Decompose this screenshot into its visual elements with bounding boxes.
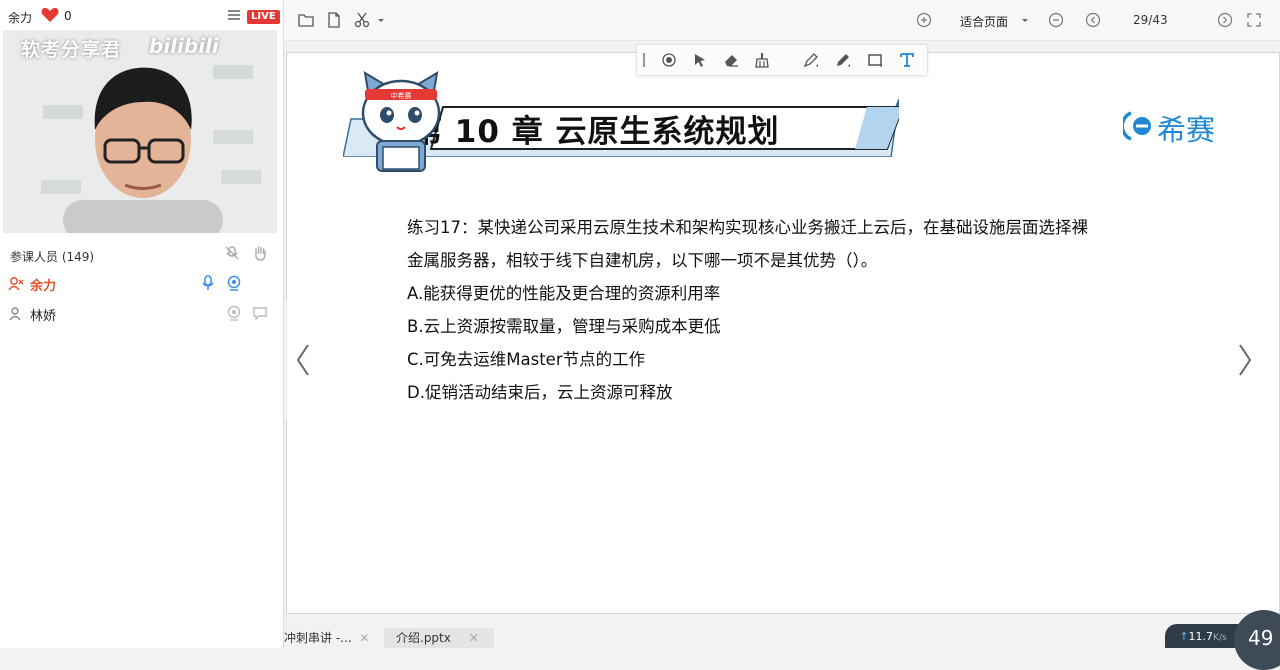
participant-row[interactable]: 余力 <box>0 268 283 298</box>
file-icon[interactable] <box>326 12 342 28</box>
net-speed: 11.7 <box>1188 630 1214 643</box>
pen-icon[interactable] <box>835 52 851 68</box>
zoom-out-icon[interactable] <box>1048 12 1064 28</box>
drag-handle-icon[interactable] <box>641 52 647 68</box>
fullscreen-icon[interactable] <box>1246 12 1262 28</box>
question-block: 练习17：某快递公司采用云原生技术和架构实现核心业务搬迁上云后，在基础设施层面选… <box>407 211 1207 409</box>
brand-logo-icon <box>1123 111 1151 141</box>
document-tab[interactable]: 介绍.pptx ✕ <box>384 628 494 648</box>
slide-next-arrow[interactable] <box>1228 300 1262 420</box>
pointer-icon[interactable] <box>692 52 708 68</box>
host-user-icon <box>8 277 24 291</box>
slide-page: 第 10 章 云原生系统规划 中希赛 希赛 练习17：某快递公司采用云原生技术和… <box>286 52 1280 614</box>
live-panel: 余力 0 LIVE 软考分享君 bilibili 参课人员 (149) 余力 林… <box>0 0 284 648</box>
mute-all-icon[interactable] <box>224 245 240 261</box>
counter-circle[interactable]: 49 <box>1234 610 1280 670</box>
live-topbar: 余力 0 LIVE <box>0 0 283 30</box>
option-b: B.云上资源按需取量，管理与采购成本更低 <box>407 317 721 336</box>
option-c: C.可免去运维Master节点的工作 <box>407 350 646 369</box>
mascot-band-text: 中希赛 <box>391 91 412 100</box>
watermark-logo: bilibili <box>149 34 219 58</box>
record-icon[interactable] <box>661 52 677 68</box>
slide-prev-arrow[interactable] <box>286 300 320 420</box>
camera-icon[interactable] <box>226 305 242 321</box>
question-line: 练习17：某快递公司采用云原生技术和架构实现核心业务搬迁上云后，在基础设施层面选… <box>407 218 1088 237</box>
net-speed-unit: K/s <box>1213 633 1227 643</box>
live-badge: LIVE <box>247 10 280 24</box>
scissors-icon[interactable] <box>354 12 370 28</box>
camera-video: 软考分享君 bilibili <box>3 30 277 233</box>
chevron-down-icon[interactable] <box>1020 12 1030 28</box>
participant-name: 余力 <box>30 279 57 294</box>
chapter-title: 第 10 章 云原生系统规划 <box>411 114 780 150</box>
presenter-figure <box>63 67 223 233</box>
participant-name: 林娇 <box>30 309 57 324</box>
tab-label: 冲刺串讲 -... <box>284 631 352 645</box>
heart-icon[interactable] <box>41 7 59 23</box>
question-line: 金属服务器，相较于线下自建机房，以下哪一项不是其优势（）。 <box>407 251 878 270</box>
text-icon[interactable] <box>899 52 915 68</box>
network-speed-indicator: ↑11.7K/s <box>1165 624 1241 648</box>
upload-arrow-icon: ↑ <box>1179 630 1189 643</box>
menu-icon[interactable] <box>228 10 240 20</box>
rectangle-icon[interactable] <box>867 52 883 68</box>
brand-name: 希赛 <box>1157 113 1216 147</box>
user-icon <box>9 307 21 321</box>
broom-icon[interactable] <box>754 52 770 68</box>
next-page-icon[interactable] <box>1217 12 1233 28</box>
like-count: 0 <box>64 9 72 23</box>
chevron-down-icon[interactable] <box>376 12 386 28</box>
tab-label: 介绍.pptx <box>396 631 451 645</box>
document-viewer: 适合页面 29/43 第 10 章 云原生系统规划 中希赛 希赛 练习17：某快… <box>284 0 1280 670</box>
close-icon[interactable]: ✕ <box>469 631 479 645</box>
close-icon[interactable]: ✕ <box>359 631 369 645</box>
participants-title: 参课人员 (149) <box>10 250 95 264</box>
hand-icon[interactable] <box>252 245 268 261</box>
document-tabs: 冲刺串讲 -... ✕ 介绍.pptx ✕ <box>284 624 1280 648</box>
page-counter[interactable]: 29/43 <box>1133 13 1168 27</box>
folder-icon[interactable] <box>298 12 314 28</box>
cat-mascot-icon: 中希赛 <box>361 71 441 172</box>
camera-icon[interactable] <box>226 275 242 291</box>
zoom-in-icon[interactable] <box>916 12 932 28</box>
option-a: A.能获得更优的性能及更合理的资源利用率 <box>407 284 721 303</box>
option-d: D.促销活动结束后，云上资源可释放 <box>407 383 673 402</box>
fit-page-select[interactable]: 适合页面 <box>960 13 1008 30</box>
highlighter-icon[interactable] <box>803 52 819 68</box>
participant-row[interactable]: 林娇 <box>0 298 283 328</box>
wall-tag <box>221 170 261 184</box>
prev-page-icon[interactable] <box>1085 12 1101 28</box>
viewer-toolbar: 适合页面 29/43 <box>284 0 1280 41</box>
chat-icon[interactable] <box>252 305 268 321</box>
watermark-text: 软考分享君 <box>21 39 122 61</box>
eraser-icon[interactable] <box>723 52 739 68</box>
annotation-toolbar <box>636 44 928 76</box>
document-tab[interactable]: 冲刺串讲 -... ✕ <box>284 628 380 648</box>
host-name: 余力 <box>8 11 33 25</box>
mic-icon[interactable] <box>200 275 216 291</box>
